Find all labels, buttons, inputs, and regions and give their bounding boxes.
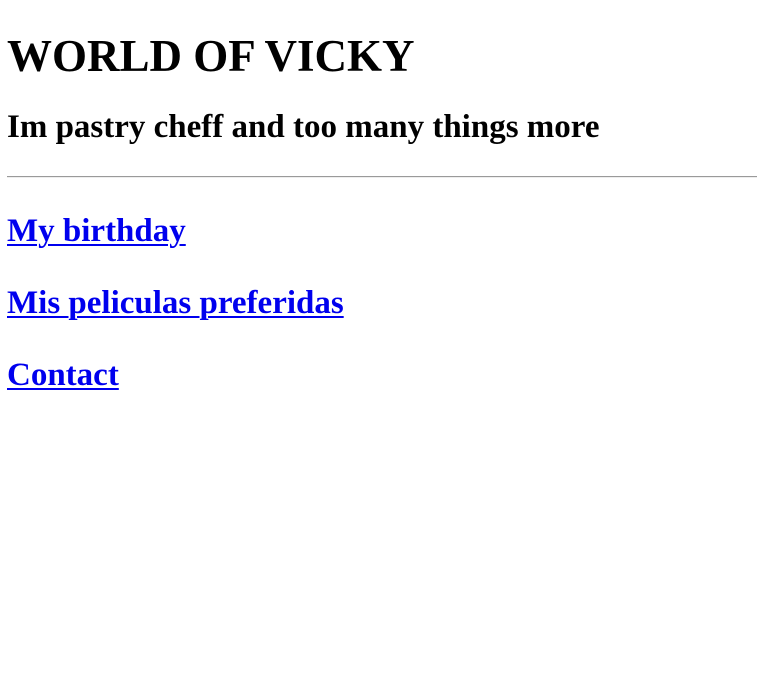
link-item-birthday: My birthday — [7, 178, 757, 250]
page-title: WORLD OF VICKY — [7, 31, 415, 81]
link-contact[interactable]: Contact — [7, 357, 119, 393]
link-favorite-movies[interactable]: Mis peliculas preferidas — [7, 285, 344, 321]
link-my-birthday[interactable]: My birthday — [7, 213, 186, 249]
link-list: My birthday Mis peliculas preferidas Con… — [7, 178, 757, 394]
page-subtitle: Im pastry cheff and too many things more — [7, 109, 600, 145]
link-item-contact: Contact — [7, 322, 757, 394]
link-item-movies: Mis peliculas preferidas — [7, 250, 757, 322]
page-content: WORLD OF VICKY Im pastry cheff and too m… — [0, 0, 769, 394]
